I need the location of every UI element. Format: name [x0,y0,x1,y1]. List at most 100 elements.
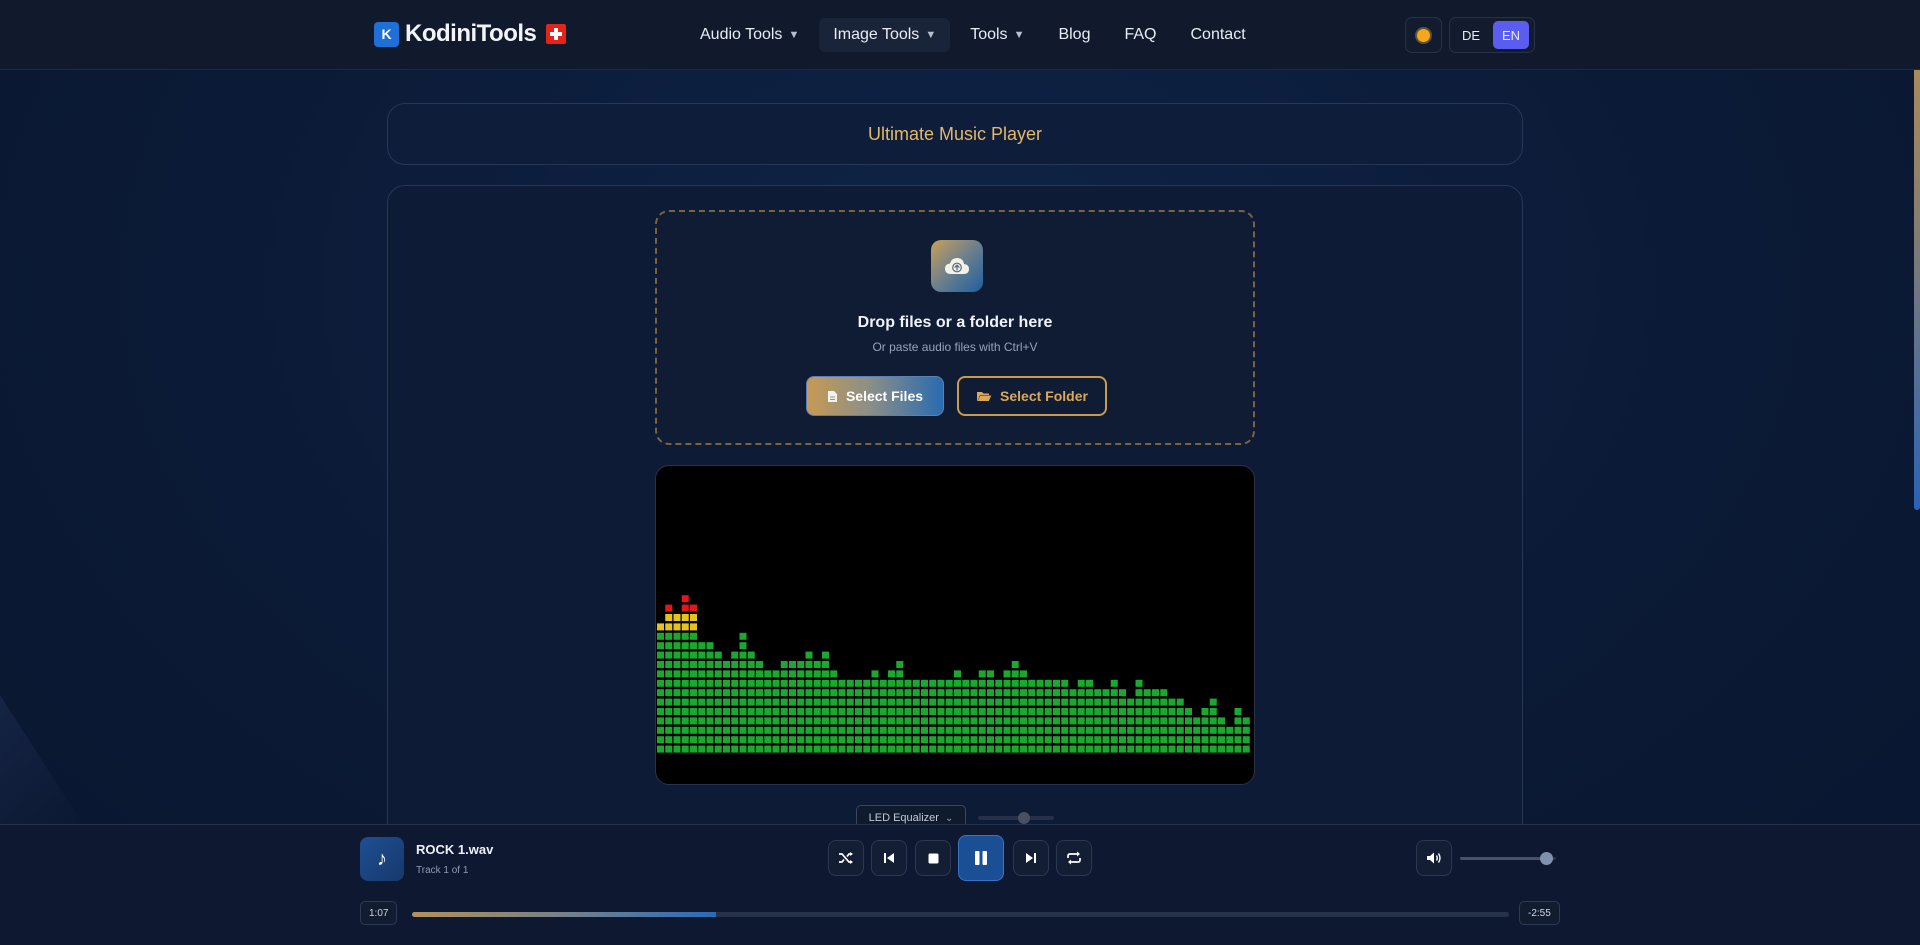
led-segment [789,708,796,715]
led-segment [1201,736,1209,744]
nav-audio-tools[interactable]: Audio Tools ▼ [686,18,813,52]
led-segment [780,745,788,753]
led-segment [1061,745,1069,753]
led-segment [1094,708,1102,715]
volume-slider[interactable] [1460,852,1556,865]
led-segment [813,670,821,678]
equalizer-column [1226,726,1234,753]
led-segment [665,623,673,631]
visualizer-intensity-slider[interactable] [978,812,1054,824]
play-pause-button[interactable] [958,835,1004,881]
led-segment [1077,717,1085,725]
file-dropzone[interactable]: Drop files or a folder here Or paste aud… [655,210,1255,445]
led-segment [1168,726,1176,734]
equalizer-column [962,679,970,753]
led-segment [1152,698,1159,706]
equalizer-column [1028,679,1036,753]
led-segment [871,717,879,725]
led-segment [673,717,681,725]
led-segment [937,698,945,706]
equalizer-column [978,670,986,753]
led-segment [879,679,887,687]
led-segment [1020,689,1027,697]
equalizer-column [995,679,1003,753]
led-segment [673,651,681,659]
led-segment [912,717,920,725]
led-segment [937,726,945,734]
repeat-button[interactable] [1056,840,1092,876]
nav-blog[interactable]: Blog [1044,18,1104,52]
slider-knob[interactable] [1017,812,1030,824]
equalizer-column [1003,670,1011,753]
equalizer-column [970,679,978,753]
led-segment [739,679,747,687]
led-segment [855,679,862,687]
led-segment [1209,726,1217,734]
led-segment [665,661,673,668]
volume-knob[interactable] [1540,852,1554,865]
language-de-button[interactable]: DE [1453,21,1489,49]
led-segment [1135,717,1143,725]
previous-track-button[interactable] [871,840,907,876]
music-note-icon: ♪ [360,837,404,881]
led-segment [921,726,928,734]
mute-button[interactable] [1416,840,1452,876]
led-segment [681,595,689,603]
led-segment [896,736,904,744]
nav-tools[interactable]: Tools ▼ [956,18,1038,52]
led-segment [822,689,829,697]
led-segment [1028,717,1036,725]
led-segment [896,708,904,715]
nav-faq[interactable]: FAQ [1110,18,1170,52]
led-segment [987,689,994,697]
select-files-button[interactable]: Select Files [806,376,944,416]
nav-image-tools[interactable]: Image Tools ▼ [819,18,951,52]
led-segment [1044,717,1052,725]
led-segment [1011,698,1019,706]
led-segment [690,726,697,734]
nav-contact[interactable]: Contact [1177,18,1260,52]
led-segment [1036,698,1044,706]
led-segment [731,736,739,744]
led-segment [987,679,994,687]
equalizer-column [954,670,961,753]
led-segment [723,698,730,706]
led-segment [739,670,747,678]
led-segment [739,632,747,640]
equalizer-column [756,661,763,753]
led-segment [756,708,763,715]
page-scrollbar[interactable] [1914,0,1920,510]
led-segment [1209,717,1217,725]
led-segment [714,670,722,678]
led-segment [665,604,673,612]
next-track-button[interactable] [1013,840,1049,876]
shuffle-button[interactable] [828,840,864,876]
equalizer-column [1053,679,1060,753]
track-progress-bar[interactable] [412,912,1509,917]
led-segment [1061,698,1069,706]
theme-toggle-button[interactable] [1405,17,1442,53]
led-segment [772,689,780,697]
led-segment [731,717,739,725]
led-segment [838,679,846,687]
led-segment [945,736,953,744]
led-segment [896,745,904,753]
select-folder-button[interactable]: Select Folder [957,376,1107,416]
led-segment [756,736,763,744]
led-segment [673,689,681,697]
led-segment [1094,717,1102,725]
led-segment [904,726,912,734]
site-logo[interactable]: K KodiniTools [374,20,567,48]
equalizer-column [838,679,846,753]
led-segment [863,736,871,744]
led-segment [657,736,664,744]
stop-button[interactable] [915,840,951,876]
led-segment [681,717,689,725]
led-segment [797,717,805,725]
led-segment [1077,745,1085,753]
led-segment [1193,736,1201,744]
language-en-button[interactable]: EN [1493,21,1529,49]
led-segment [1110,708,1118,715]
equalizer-column [1176,698,1184,753]
led-segment [1218,726,1225,734]
